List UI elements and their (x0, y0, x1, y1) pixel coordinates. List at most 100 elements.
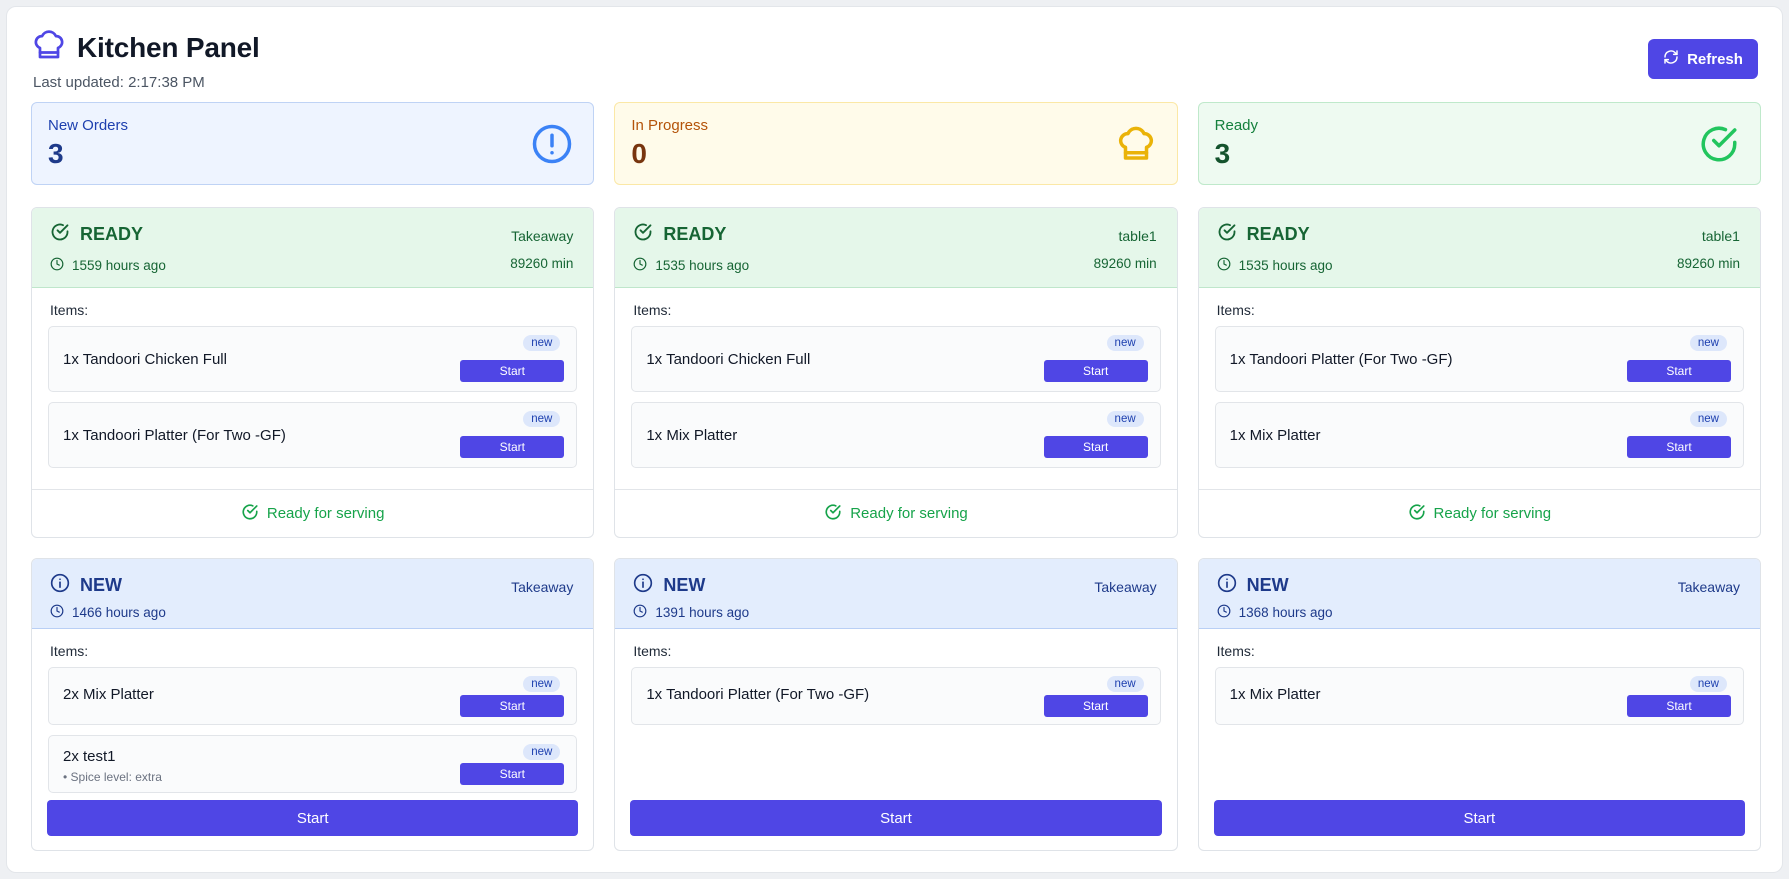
items-label: Items: (1216, 302, 1255, 318)
list-item: 2x test1 • Spice level: extra new Start (48, 735, 578, 793)
order-card-header: NEW Takeaway 1466 hours ago (32, 559, 594, 629)
item-start-button[interactable]: Start (1043, 695, 1148, 717)
order-card: NEW Takeaway 1391 hours ago Items: 1x Ta… (614, 558, 1178, 851)
list-item: 1x Mix Platter new Start (1214, 402, 1744, 468)
kitchen-panel: Kitchen Panel Last updated: 2:17:38 PM R… (6, 6, 1783, 873)
status-badge: new (523, 411, 561, 427)
item-name: 2x Mix Platter (63, 686, 154, 703)
order-card-header: NEW Takeaway 1368 hours ago (1198, 559, 1760, 629)
stat-new-orders: New Orders 3 (31, 102, 595, 185)
clock-icon (50, 604, 64, 621)
start-order-button[interactable]: Start (1213, 800, 1745, 836)
order-minutes: 89260 min (510, 256, 574, 271)
items-label: Items: (633, 643, 672, 659)
order-status-label: NEW (1246, 575, 1289, 595)
order-status: NEW (50, 573, 575, 598)
order-age-label: 1535 hours ago (655, 258, 750, 273)
item-name: 1x Tandoori Platter (For Two -GF) (63, 427, 286, 444)
list-item: 1x Tandoori Platter (For Two -GF) new St… (48, 402, 578, 468)
refresh-icon (1663, 49, 1679, 69)
ready-footer: Ready for serving (1198, 489, 1760, 537)
check-circle-icon (633, 222, 653, 247)
order-table: Takeaway (511, 228, 574, 244)
info-icon (1217, 573, 1237, 598)
order-grid: READY Takeaway 1559 hours ago 89260 min … (31, 207, 1761, 851)
items-list: 1x Tandoori Platter (For Two -GF) new St… (1199, 326, 1760, 468)
clock-icon (633, 257, 647, 274)
item-note: • Spice level: extra (63, 770, 162, 784)
stat-value: 3 (1214, 138, 1231, 169)
info-icon (50, 573, 70, 598)
stats-row: New Orders 3 In Progress 0 Ready 3 (31, 102, 1761, 185)
order-status-label: NEW (80, 575, 122, 595)
item-start-button[interactable]: Start (460, 436, 565, 458)
order-table: Takeaway (1094, 579, 1157, 595)
start-order-button[interactable]: Start (47, 800, 579, 836)
status-badge: new (523, 744, 561, 760)
info-icon (633, 573, 653, 598)
page-header: Kitchen Panel Last updated: 2:17:38 PM R… (31, 27, 1758, 91)
order-minutes: 89260 min (1676, 256, 1740, 271)
items-list: 1x Tandoori Chicken Full new Start 1x Ta… (32, 326, 593, 468)
item-name: 1x Tandoori Chicken Full (63, 351, 227, 368)
item-start-button[interactable]: Start (460, 360, 565, 382)
stat-value: 3 (48, 138, 64, 169)
order-status-label: READY (1246, 224, 1310, 244)
refresh-button[interactable]: Refresh (1648, 39, 1758, 79)
order-age-label: 1391 hours ago (655, 605, 750, 620)
stat-label: Ready (1214, 117, 1259, 134)
list-item: 2x Mix Platter new Start (48, 667, 578, 725)
items-list: 2x Mix Platter new Start 2x test1 • Spic… (32, 667, 593, 793)
status-badge: new (1106, 335, 1144, 351)
items-list: 1x Tandoori Chicken Full new Start 1x Mi… (615, 326, 1176, 468)
item-start-button[interactable]: Start (1043, 436, 1148, 458)
order-age: 1535 hours ago (1217, 257, 1742, 274)
check-circle-icon (1408, 503, 1426, 525)
status-badge: new (1106, 676, 1144, 692)
order-status: READY (1217, 222, 1742, 247)
check-circle-icon (824, 503, 842, 525)
status-badge: new (1106, 411, 1144, 427)
stat-label: In Progress (631, 117, 709, 134)
ready-footer-label: Ready for serving (1433, 505, 1552, 522)
order-card-header: READY table1 1535 hours ago 89260 min (615, 208, 1177, 288)
order-status: NEW (1217, 573, 1742, 598)
check-circle-icon (1217, 222, 1237, 247)
order-minutes: 89260 min (1093, 256, 1157, 271)
check-circle-icon (241, 503, 259, 525)
item-start-button[interactable]: Start (460, 763, 565, 785)
item-name: 1x Tandoori Platter (For Two -GF) (646, 686, 870, 703)
item-name: 1x Mix Platter (646, 427, 738, 444)
order-age: 1535 hours ago (633, 257, 1158, 274)
order-age-label: 1368 hours ago (1238, 605, 1333, 620)
order-age: 1368 hours ago (1217, 604, 1742, 621)
order-status-label: READY (663, 224, 727, 244)
order-age-label: 1559 hours ago (72, 258, 166, 273)
order-age-label: 1535 hours ago (1238, 258, 1333, 273)
list-item: 1x Tandoori Chicken Full new Start (631, 326, 1161, 392)
item-name: 1x Tandoori Platter (For Two -GF) (1229, 351, 1453, 368)
order-table: table1 (1118, 228, 1157, 244)
item-start-button[interactable]: Start (1043, 360, 1148, 382)
start-order-button[interactable]: Start (630, 800, 1162, 836)
order-card: READY Takeaway 1559 hours ago 89260 min … (31, 207, 595, 538)
item-name: 2x test1 (63, 748, 116, 765)
status-badge: new (1689, 676, 1727, 692)
item-start-button[interactable]: Start (1626, 436, 1731, 458)
order-age: 1391 hours ago (633, 604, 1158, 621)
order-card: NEW Takeaway 1466 hours ago Items: 2x Mi… (31, 558, 595, 851)
list-item: 1x Mix Platter new Start (631, 402, 1161, 468)
items-list: 1x Mix Platter new Start (1199, 667, 1760, 725)
item-start-button[interactable]: Start (1626, 695, 1731, 717)
item-start-button[interactable]: Start (1626, 360, 1731, 382)
stat-in-progress: In Progress 0 (614, 102, 1178, 185)
stat-value: 0 (631, 138, 647, 169)
check-circle-icon (50, 222, 70, 247)
status-badge: new (523, 335, 561, 351)
order-card-header: NEW Takeaway 1391 hours ago (615, 559, 1177, 629)
order-age: 1559 hours ago (50, 257, 575, 274)
ready-footer-label: Ready for serving (266, 505, 385, 522)
item-start-button[interactable]: Start (460, 695, 565, 717)
clock-icon (1217, 604, 1231, 621)
list-item: 1x Mix Platter new Start (1214, 667, 1744, 725)
